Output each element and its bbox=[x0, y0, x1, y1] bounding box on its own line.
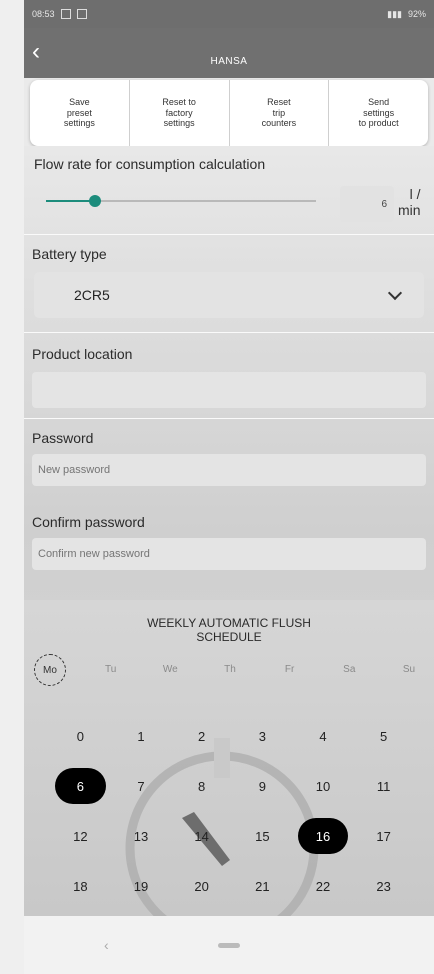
password-label: Password bbox=[32, 430, 94, 446]
flow-rate-slider[interactable] bbox=[46, 195, 316, 207]
day-fr[interactable]: Fr bbox=[275, 654, 305, 684]
day-we[interactable]: We bbox=[155, 654, 185, 684]
day-su[interactable]: Su bbox=[394, 654, 424, 684]
battery-type-value: 2CR5 bbox=[74, 287, 110, 303]
unit-bottom: min bbox=[398, 202, 421, 218]
hour-7[interactable]: 7 bbox=[111, 768, 172, 804]
hour-9[interactable]: 9 bbox=[232, 768, 293, 804]
notification-icon bbox=[76, 9, 87, 19]
hour-8[interactable]: 8 bbox=[171, 768, 232, 804]
reset-factory-button[interactable]: Reset to factory settings bbox=[130, 80, 230, 146]
unit-top: l / bbox=[409, 186, 421, 202]
flow-rate-unit: l / min bbox=[398, 186, 421, 218]
app-bar: ‹ HANSA bbox=[24, 28, 434, 78]
status-time: 08:53 bbox=[32, 9, 55, 19]
status-bar: 08:53 ▮▮▮ 92% bbox=[24, 0, 434, 28]
app-screen: 08:53 ▮▮▮ 92% ‹ HANSA Save preset settin… bbox=[24, 0, 434, 974]
reset-trip-counters-button[interactable]: Reset trip counters bbox=[230, 80, 330, 146]
slider-knob[interactable] bbox=[88, 195, 101, 207]
hour-grid: 0 1 2 3 4 5 6 7 8 9 10 11 12 13 14 15 16 17 18 19 20 21 22 23 bbox=[50, 718, 414, 904]
actions-card: Save preset settings Reset to factory se… bbox=[30, 80, 428, 146]
slider-fill bbox=[46, 200, 95, 202]
day-th[interactable]: Th bbox=[215, 654, 245, 684]
home-pill-icon[interactable] bbox=[218, 942, 240, 948]
system-nav-bar: ‹ bbox=[24, 916, 434, 974]
schedule-title: WEEKLY AUTOMATIC FLUSH SCHEDULE bbox=[24, 616, 434, 644]
product-location-input[interactable] bbox=[32, 372, 426, 408]
battery-type-label: Battery type bbox=[32, 246, 107, 262]
page-title: HANSA bbox=[210, 56, 248, 67]
send-settings-button[interactable]: Send settings to product bbox=[329, 80, 428, 146]
flow-rate-value[interactable]: 6 bbox=[340, 186, 394, 222]
hour-20[interactable]: 20 bbox=[171, 868, 232, 904]
day-mo[interactable]: Mo bbox=[34, 654, 66, 686]
hour-16[interactable]: 16 bbox=[297, 818, 349, 854]
hour-6[interactable]: 6 bbox=[55, 768, 106, 804]
notification-icon bbox=[60, 9, 71, 19]
divider bbox=[24, 234, 434, 235]
flush-schedule-panel: WEEKLY AUTOMATIC FLUSH SCHEDULE Mo Tu We Th… bbox=[24, 600, 434, 945]
hour-19[interactable]: 19 bbox=[111, 868, 172, 904]
hour-12[interactable]: 12 bbox=[50, 818, 111, 854]
hour-11[interactable]: 11 bbox=[353, 768, 414, 804]
nav-back-icon[interactable]: ‹ bbox=[104, 937, 109, 953]
hour-18[interactable]: 18 bbox=[50, 868, 111, 904]
confirm-password-label: Confirm password bbox=[32, 514, 145, 530]
weekday-selector: Mo Tu We Th Fr Sa Su bbox=[34, 654, 424, 686]
hour-1[interactable]: 1 bbox=[111, 718, 172, 754]
day-tu[interactable]: Tu bbox=[96, 654, 126, 684]
signal-icon: ▮▮▮ bbox=[387, 8, 402, 19]
settings-body: Flow rate for consumption calculation 6 … bbox=[24, 146, 434, 945]
hour-23[interactable]: 23 bbox=[353, 868, 414, 904]
battery-type-select[interactable]: 2CR5 bbox=[34, 272, 424, 318]
hour-21[interactable]: 21 bbox=[232, 868, 293, 904]
day-sa[interactable]: Sa bbox=[334, 654, 364, 684]
status-battery: 92% bbox=[407, 9, 426, 19]
hour-14[interactable]: 14 bbox=[171, 818, 232, 854]
hour-3[interactable]: 3 bbox=[232, 718, 293, 754]
divider bbox=[24, 418, 434, 419]
schedule-title-line1: WEEKLY AUTOMATIC FLUSH bbox=[147, 616, 311, 630]
hour-2[interactable]: 2 bbox=[171, 718, 232, 754]
save-preset-button[interactable]: Save preset settings bbox=[30, 80, 130, 146]
hour-10[interactable]: 10 bbox=[293, 768, 354, 804]
confirm-password-input[interactable] bbox=[32, 538, 426, 570]
hour-22[interactable]: 22 bbox=[293, 868, 354, 904]
hour-15[interactable]: 15 bbox=[232, 818, 293, 854]
chevron-down-icon bbox=[387, 285, 403, 301]
hour-4[interactable]: 4 bbox=[293, 718, 354, 754]
flow-rate-label: Flow rate for consumption calculation bbox=[34, 156, 266, 172]
schedule-title-line2: SCHEDULE bbox=[196, 630, 262, 644]
password-input[interactable] bbox=[32, 454, 426, 486]
divider bbox=[24, 332, 434, 333]
product-location-label: Product location bbox=[32, 346, 133, 362]
hour-5[interactable]: 5 bbox=[353, 718, 414, 754]
hour-13[interactable]: 13 bbox=[111, 818, 172, 854]
hour-0[interactable]: 0 bbox=[50, 718, 111, 754]
hour-17[interactable]: 17 bbox=[353, 818, 414, 854]
